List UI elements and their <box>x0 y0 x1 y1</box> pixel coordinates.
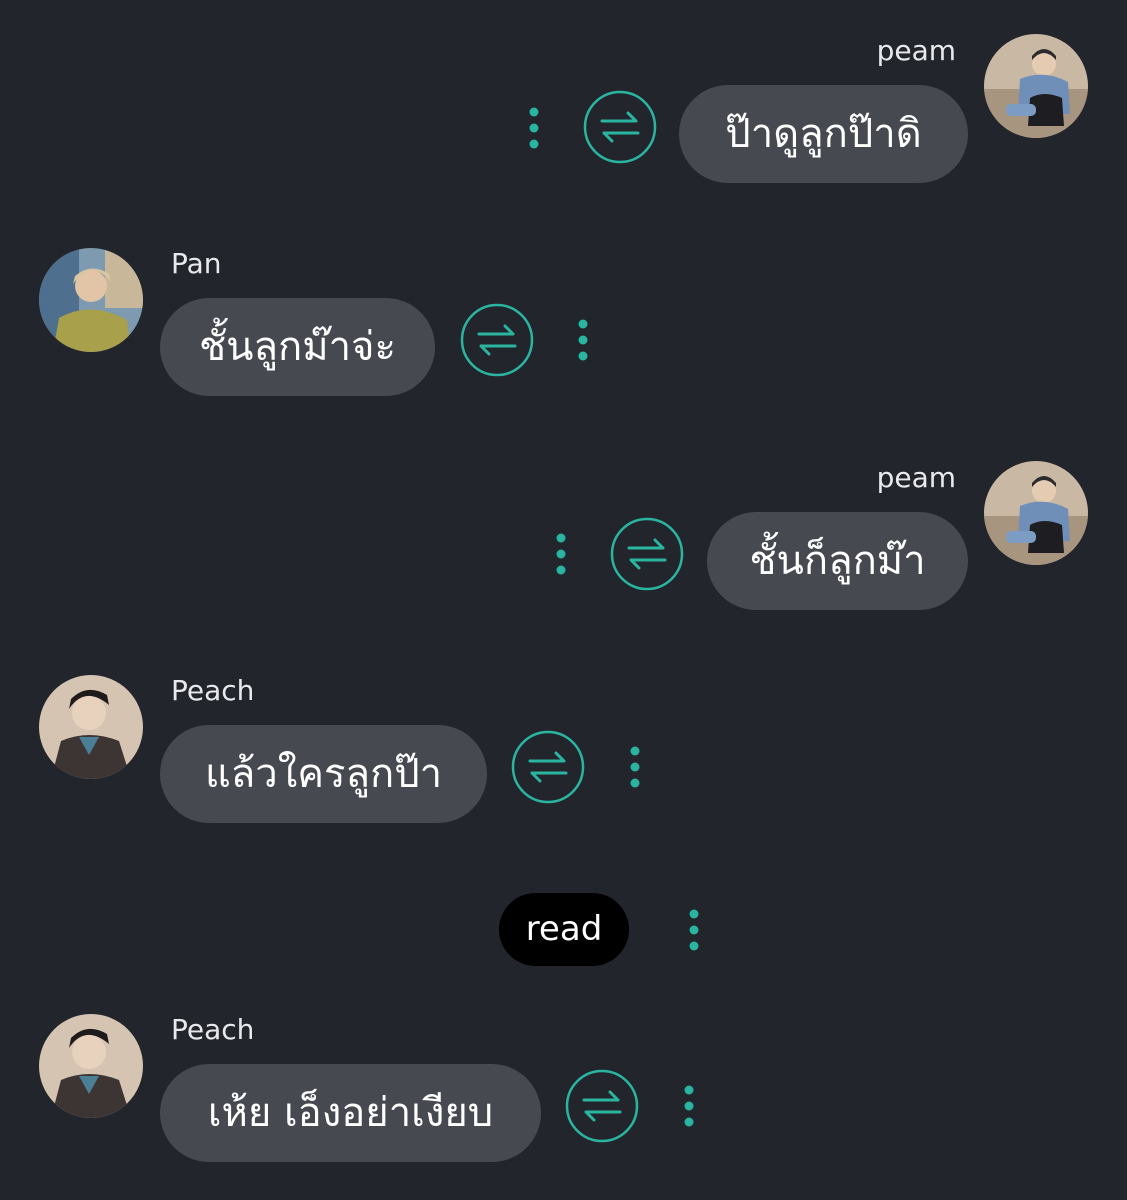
swap-arrows-icon[interactable] <box>582 89 658 165</box>
avatar[interactable] <box>39 248 143 352</box>
sender-name: Peach <box>171 674 255 707</box>
sender-name: Peach <box>171 1013 255 1046</box>
swap-arrows-icon[interactable] <box>459 302 535 378</box>
message-bubble[interactable]: ชั้นก็ลูกม๊า <box>707 512 968 610</box>
more-vertical-icon[interactable] <box>628 745 642 789</box>
more-vertical-icon[interactable] <box>527 106 541 150</box>
avatar[interactable] <box>984 461 1088 565</box>
message-bubble[interactable]: ชั้นลูกม๊าจ่ะ <box>160 298 435 396</box>
sender-name: Pan <box>171 247 222 280</box>
avatar[interactable] <box>984 34 1088 138</box>
message-bubble[interactable]: ป๊าดูลูกป๊าดิ <box>679 85 968 183</box>
more-vertical-icon[interactable] <box>554 532 568 576</box>
more-vertical-icon[interactable] <box>687 908 701 952</box>
swap-arrows-icon[interactable] <box>564 1068 640 1144</box>
read-status-badge: read <box>499 893 629 966</box>
avatar[interactable] <box>39 1014 143 1118</box>
message-bubble[interactable]: แล้วใครลูกป๊า <box>160 725 487 823</box>
swap-arrows-icon[interactable] <box>510 729 586 805</box>
swap-arrows-icon[interactable] <box>609 516 685 592</box>
sender-name: peam <box>876 34 956 67</box>
sender-name: peam <box>876 461 956 494</box>
more-vertical-icon[interactable] <box>576 318 590 362</box>
more-vertical-icon[interactable] <box>682 1084 696 1128</box>
message-bubble[interactable]: เห้ย เอ็งอย่าเงียบ <box>160 1064 541 1162</box>
avatar[interactable] <box>39 675 143 779</box>
